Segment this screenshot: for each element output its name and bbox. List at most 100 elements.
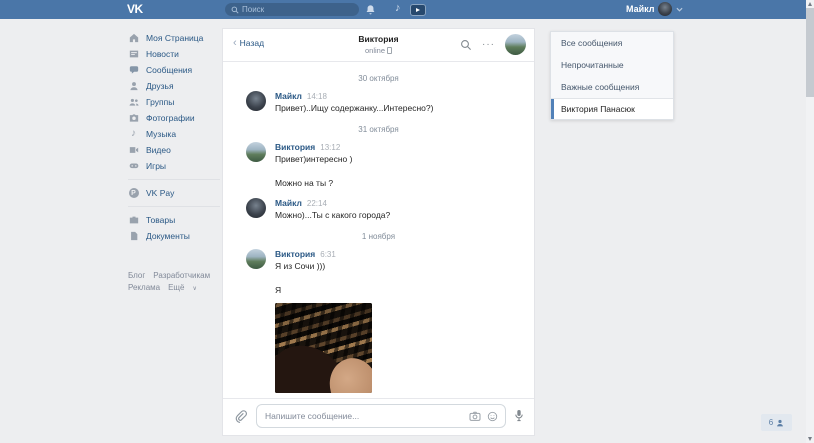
chat-bubble-icon (128, 65, 139, 76)
sender-avatar[interactable] (246, 249, 266, 269)
topbar-search[interactable] (225, 3, 359, 16)
camera-icon (128, 113, 139, 124)
sidebar-item-label: Музыка (146, 129, 177, 139)
dropdown-item-unread[interactable]: Непрочитанные (551, 54, 673, 76)
sidebar-item-photos[interactable]: Фотографии (128, 110, 220, 126)
footer-link-developers[interactable]: Разработчикам (153, 271, 210, 280)
more-options-icon[interactable]: ··· (482, 35, 495, 55)
sender-name[interactable]: Майкл (275, 198, 302, 208)
video-button-icon[interactable] (410, 3, 426, 16)
chevron-left-icon: ‹ (233, 37, 237, 49)
online-status: online (364, 46, 386, 55)
chat-header-actions: ··· (460, 34, 526, 55)
footer-link-more[interactable]: Ещё (168, 283, 184, 292)
dropdown-item-important[interactable]: Важные сообщения (551, 76, 673, 98)
footer-link-blog[interactable]: Блог (128, 271, 145, 280)
message-text: Можно)...Ты с какого города? (275, 210, 391, 220)
message-composer (223, 398, 534, 435)
chat-title: Виктория (358, 34, 399, 44)
sidebar-divider (128, 206, 220, 207)
dropdown-item-selected-conversation[interactable]: Виктория Панасюк (551, 99, 673, 119)
vk-logo[interactable]: VK (127, 2, 143, 16)
chat-title-block: Виктория online (303, 34, 454, 55)
sidebar-item-groups[interactable]: Группы (128, 94, 220, 110)
message-time: 6:31 (320, 250, 336, 259)
sidebar-item-label: Группы (146, 97, 175, 107)
sidebar-item-music[interactable]: ♪ Музыка (128, 126, 220, 142)
sidebar-item-docs[interactable]: Документы (128, 228, 220, 244)
message-list: 30 октября Майкл 14:18 Привет)..Ищу соде… (223, 62, 534, 398)
chevron-down-icon (676, 7, 684, 12)
message-time: 22:14 (306, 199, 327, 208)
sender-avatar[interactable] (246, 142, 266, 162)
sidebar-item-label: Фотографии (146, 113, 195, 123)
notifications-bell-icon[interactable] (365, 3, 376, 21)
chat-partner-avatar[interactable] (505, 34, 526, 55)
message-text: Я из Сочи ))) (275, 261, 326, 271)
sender-name[interactable]: Майкл (275, 91, 302, 101)
chat-panel: ‹ Назад Виктория online ··· 30 октября М… (222, 28, 535, 436)
photo-camera-icon[interactable] (469, 411, 481, 422)
microphone-icon[interactable] (513, 409, 525, 427)
sidebar-item-video[interactable]: Видео (128, 142, 220, 158)
search-input[interactable] (242, 5, 342, 14)
dropdown-item-all-messages[interactable]: Все сообщения (551, 32, 673, 54)
message-group: Виктория 6:31 Я из Сочи ))) Я (223, 249, 534, 393)
message-text: Я (275, 285, 282, 295)
sidebar-item-games[interactable]: Игры (128, 158, 220, 174)
message-input[interactable] (257, 411, 469, 421)
attach-paperclip-icon[interactable] (234, 410, 247, 428)
vk-app: VK ♪ Майкл Моя Страница Новости Сообщени… (0, 0, 814, 443)
chat-header: ‹ Назад Виктория online ··· (223, 29, 534, 62)
video-icon (128, 145, 139, 156)
sidebar-item-label: Видео (146, 145, 171, 155)
sidebar-item-news[interactable]: Новости (128, 46, 220, 62)
music-icon[interactable]: ♪ (395, 2, 401, 15)
sidebar-divider (128, 179, 220, 180)
date-separator: 30 октября (358, 74, 399, 83)
message-group: Виктория 13:12 Привет)интересно ) Можно … (223, 142, 534, 188)
sidebar-item-messages[interactable]: Сообщения (128, 62, 220, 78)
sidebar: Моя Страница Новости Сообщения Друзья Гр… (128, 30, 220, 295)
sender-avatar[interactable] (246, 198, 266, 218)
scroll-down-button[interactable] (806, 435, 814, 443)
sidebar-item-label: Товары (146, 215, 176, 225)
photo-attachment[interactable] (275, 303, 372, 393)
people-icon (128, 97, 139, 108)
message-text: Привет)..Ищу содержанку...Интересно?) (275, 103, 434, 113)
window-scrollbar[interactable] (806, 0, 814, 443)
sidebar-item-label: Сообщения (146, 65, 193, 75)
message-input-box[interactable] (256, 404, 506, 428)
smiley-icon[interactable] (487, 411, 498, 422)
user-menu[interactable]: Майкл (626, 2, 684, 16)
sidebar-item-label: Друзья (146, 81, 174, 91)
scrollbar-thumb[interactable] (806, 8, 814, 97)
sender-avatar[interactable] (246, 91, 266, 111)
scroll-up-button[interactable] (806, 0, 814, 8)
triangle-down-icon (808, 437, 812, 441)
topbar: VK ♪ Майкл (0, 0, 806, 19)
online-friends-count: 6 (768, 418, 774, 427)
back-label: Назад (239, 38, 265, 48)
sidebar-item-market[interactable]: Товары (128, 212, 220, 228)
online-friends-badge[interactable]: 6 (761, 414, 792, 431)
sidebar-item-label: VK Pay (146, 188, 175, 198)
message-time: 14:18 (306, 92, 327, 101)
sidebar-item-my-page[interactable]: Моя Страница (128, 30, 220, 46)
conversation-search-icon[interactable] (460, 39, 472, 51)
sidebar-item-label: Документы (146, 231, 190, 241)
gamepad-icon (128, 161, 139, 172)
sidebar-item-label: Игры (146, 161, 167, 171)
sidebar-item-friends[interactable]: Друзья (128, 78, 220, 94)
messages-filter-dropdown: Все сообщения Непрочитанные Важные сообщ… (550, 31, 674, 120)
footer-link-ads[interactable]: Реклама (128, 283, 160, 292)
message-text: Можно на ты ? (275, 178, 334, 188)
music-note-icon: ♪ (131, 128, 136, 139)
vkpay-icon: P (128, 188, 139, 199)
back-button[interactable]: ‹ Назад (233, 37, 265, 49)
sidebar-item-vkpay[interactable]: P VK Pay (128, 185, 220, 201)
document-icon (128, 231, 139, 242)
sender-name[interactable]: Виктория (275, 142, 315, 152)
message-time: 13:12 (320, 143, 341, 152)
sender-name[interactable]: Виктория (275, 249, 315, 259)
